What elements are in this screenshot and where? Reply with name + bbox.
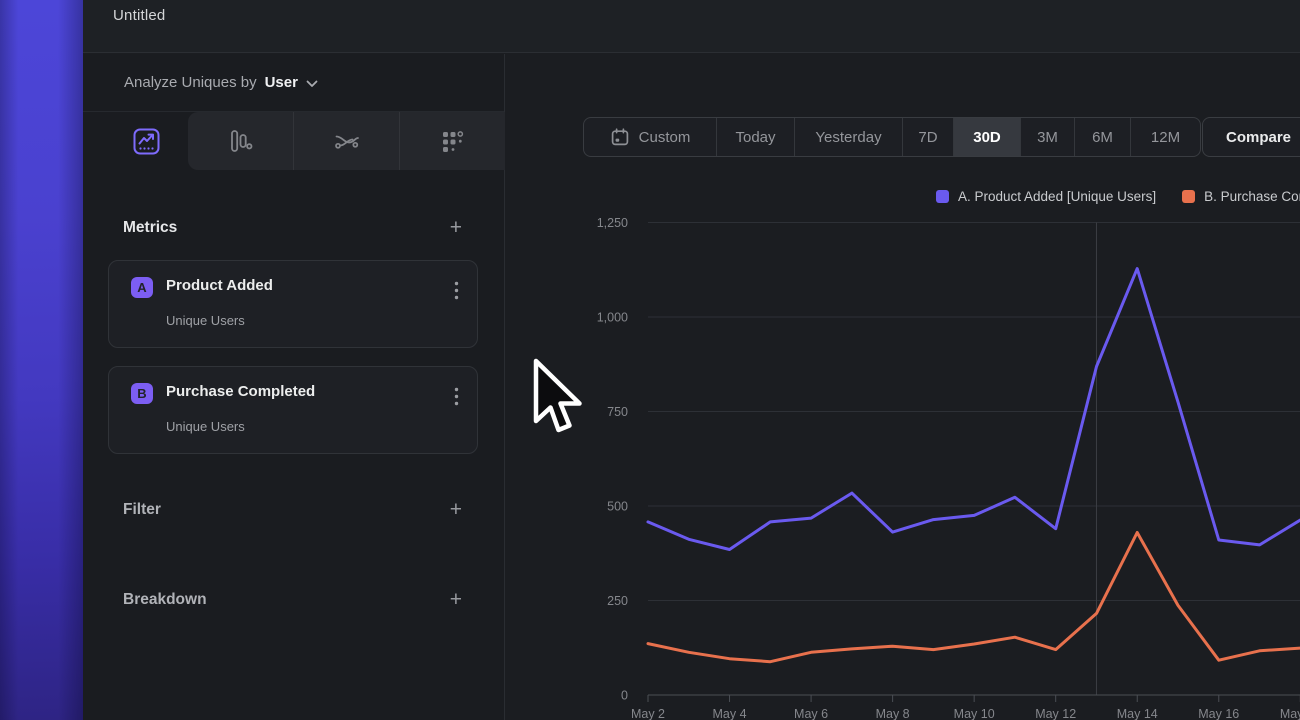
svg-text:May 2: May 2 [631, 707, 665, 720]
date-range-segmented-control: Custom Today Yesterday 7D 30D 3M 6M 12M [583, 117, 1201, 157]
sidebar: Analyze Uniques by User [83, 54, 505, 720]
svg-text:1,000: 1,000 [597, 311, 628, 325]
breakdown-header: Breakdown + [123, 589, 462, 610]
add-breakdown-button[interactable]: + [450, 589, 462, 610]
range-30d-button[interactable]: 30D [953, 118, 1020, 156]
metric-name: Purchase Completed [166, 383, 315, 400]
svg-text:0: 0 [621, 689, 628, 703]
report-type-tabs [83, 112, 504, 170]
calendar-icon [610, 127, 630, 147]
tab-funnels[interactable] [188, 112, 293, 170]
svg-text:May 16: May 16 [1198, 707, 1239, 720]
svg-text:May 10: May 10 [954, 707, 995, 720]
kebab-menu-icon[interactable] [454, 281, 459, 300]
metric-letter-badge: B [131, 383, 153, 404]
funnel-bars-icon [229, 129, 253, 153]
analyze-by-label: Analyze Uniques by [124, 74, 257, 91]
chevron-down-icon[interactable] [306, 80, 318, 88]
svg-text:750: 750 [607, 405, 628, 419]
retention-grid-icon [441, 130, 464, 153]
svg-text:May 8: May 8 [876, 707, 910, 720]
tab-insights[interactable] [105, 112, 188, 170]
app-window: Untitled Analyze Uniques by User [0, 0, 1300, 720]
tab-group [188, 112, 505, 170]
metric-letter-badge: A [131, 277, 153, 298]
compare-button[interactable]: Compare [1202, 117, 1300, 157]
add-filter-button[interactable]: + [450, 499, 462, 520]
brand-gradient-strip [0, 0, 83, 720]
add-metric-button[interactable]: + [450, 217, 462, 238]
svg-text:May 6: May 6 [794, 707, 828, 720]
insights-chart-icon [133, 128, 160, 155]
metrics-title: Metrics [123, 219, 177, 237]
svg-text:May 14: May 14 [1117, 707, 1158, 720]
flows-icon [334, 129, 360, 153]
range-12m-button[interactable]: 12M [1130, 118, 1200, 156]
svg-text:500: 500 [607, 500, 628, 514]
line-chart[interactable]: 0 250 500 750 1,000 1,250 May 2 May 4 May 6 May 8… [505, 160, 1300, 720]
analyze-row: Analyze Uniques by User [83, 54, 504, 112]
tab-retention[interactable] [399, 112, 505, 170]
metrics-header: Metrics + [123, 217, 462, 238]
filter-title: Filter [123, 501, 161, 519]
svg-text:May 4: May 4 [713, 707, 747, 720]
svg-text:May 12: May 12 [1035, 707, 1076, 720]
metric-name: Product Added [166, 277, 273, 294]
report-title[interactable]: Untitled [113, 7, 165, 24]
range-today-button[interactable]: Today [716, 118, 794, 156]
svg-text:1,250: 1,250 [597, 216, 628, 230]
filter-header: Filter + [123, 499, 462, 520]
range-7d-button[interactable]: 7D [902, 118, 953, 156]
top-bar: Untitled [83, 0, 1300, 53]
tab-flows[interactable] [293, 112, 399, 170]
metric-card-purchase-completed[interactable]: B Purchase Completed Unique Users [108, 366, 478, 454]
breakdown-title: Breakdown [123, 591, 207, 609]
range-yesterday-button[interactable]: Yesterday [794, 118, 902, 156]
range-6m-button[interactable]: 6M [1074, 118, 1130, 156]
kebab-menu-icon[interactable] [454, 387, 459, 406]
metric-card-product-added[interactable]: A Product Added Unique Users [108, 260, 478, 348]
range-3m-button[interactable]: 3M [1020, 118, 1074, 156]
metric-measure[interactable]: Unique Users [166, 419, 245, 434]
analyze-by-value-dropdown[interactable]: User [265, 74, 298, 91]
svg-text:250: 250 [607, 594, 628, 608]
range-custom-button[interactable]: Custom [584, 118, 716, 156]
svg-text:May 18: May 18 [1280, 707, 1300, 720]
metric-measure[interactable]: Unique Users [166, 313, 245, 328]
